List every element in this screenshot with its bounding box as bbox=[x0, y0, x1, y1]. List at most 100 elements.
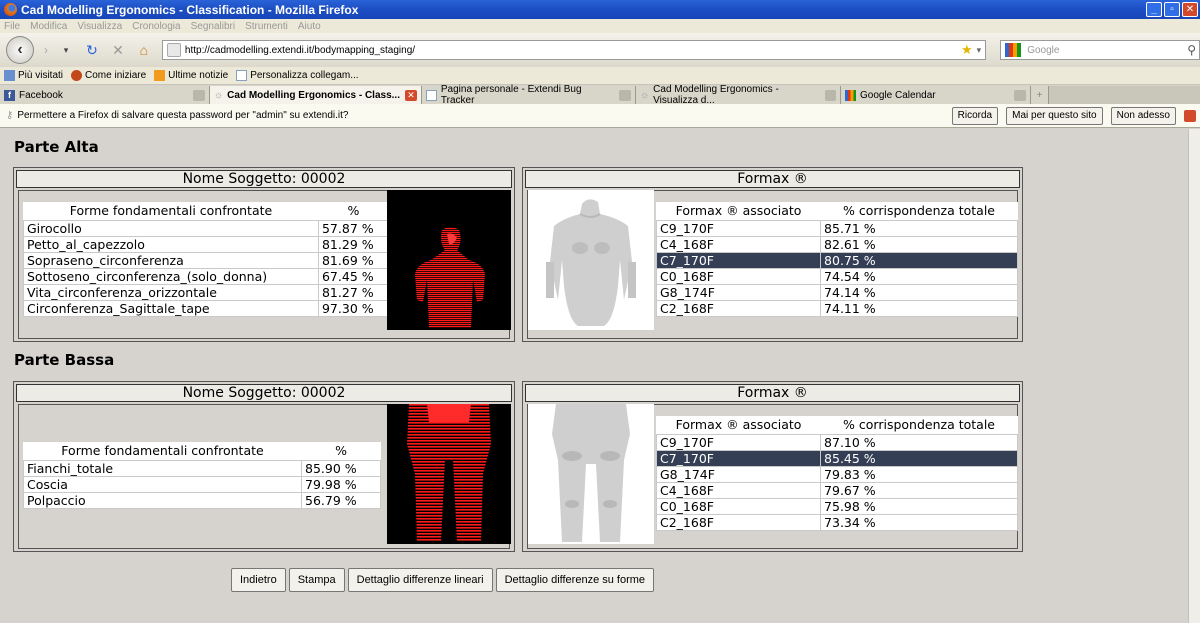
bookmark-star-icon[interactable]: ★ bbox=[961, 42, 977, 58]
site-identity-icon[interactable] bbox=[166, 43, 181, 57]
close-notification-icon[interactable] bbox=[1184, 109, 1196, 122]
print-button[interactable]: Stampa bbox=[288, 568, 345, 592]
google-engine-icon[interactable] bbox=[1005, 43, 1022, 57]
menu-segnalibri[interactable]: Segnalibri bbox=[191, 21, 235, 32]
vertical-scrollbar[interactable] bbox=[1188, 129, 1200, 623]
formax-table-lower: Formax ® associato % corrispondenza tota… bbox=[655, 416, 1018, 531]
google-icon bbox=[845, 89, 856, 101]
table-row[interactable]: C0_168F 75.98 % bbox=[655, 497, 1018, 515]
col-header-pct: % bbox=[301, 442, 381, 460]
table-row[interactable]: C2_168F 73.34 % bbox=[655, 513, 1018, 531]
history-dropdown-icon[interactable]: ▾ bbox=[56, 40, 76, 60]
rss-icon bbox=[154, 70, 166, 81]
formax-pct: 79.83 % bbox=[820, 465, 1018, 483]
table-row: Petto_al_capezzolo 81.29 % bbox=[23, 235, 390, 253]
minimize-button[interactable]: _ bbox=[1146, 2, 1162, 17]
bookmark-ultime-notizie[interactable]: Ultime notizie bbox=[154, 70, 228, 81]
formax-code: C4_168F bbox=[655, 235, 822, 253]
page-icon bbox=[236, 70, 248, 81]
tab-label: Facebook bbox=[19, 89, 63, 101]
formax-code: C7_170F bbox=[655, 449, 822, 467]
col-header-measures: Forme fondamentali confrontate bbox=[23, 202, 319, 220]
measure-pct: 67.45 % bbox=[317, 267, 390, 285]
table-row[interactable]: C9_170F 85.71 % bbox=[655, 219, 1018, 237]
col-header-formax: Formax ® associato bbox=[656, 202, 821, 220]
table-row[interactable]: C4_168F 79.67 % bbox=[655, 481, 1018, 499]
mannequin-lower-image bbox=[528, 404, 654, 544]
measure-pct: 81.27 % bbox=[317, 283, 390, 301]
formax-code: C0_168F bbox=[655, 497, 822, 515]
never-for-site-button[interactable]: Mai per questo sito bbox=[1006, 106, 1103, 125]
shape-diff-button[interactable]: Dettaglio differenze su forme bbox=[495, 568, 655, 592]
formax-code: C9_170F bbox=[655, 433, 822, 451]
bookmark-come-iniziare[interactable]: Come iniziare bbox=[71, 70, 146, 81]
measure-name: Polpaccio bbox=[22, 491, 303, 509]
not-now-button[interactable]: Non adesso bbox=[1110, 106, 1176, 125]
tab-close-icon[interactable] bbox=[825, 89, 836, 101]
close-window-button[interactable]: ✕ bbox=[1182, 2, 1198, 17]
table-row[interactable]: C2_168F 74.11 % bbox=[655, 299, 1018, 317]
menu-strumenti[interactable]: Strumenti bbox=[245, 21, 288, 32]
menu-cronologia[interactable]: Cronologia bbox=[132, 21, 180, 32]
table-row-selected[interactable]: C7_170F 80.75 % bbox=[655, 251, 1018, 269]
stop-icon[interactable]: ✕ bbox=[108, 40, 128, 60]
menu-modifica[interactable]: Modifica bbox=[30, 21, 67, 32]
back-button[interactable]: Indietro bbox=[231, 568, 286, 592]
search-icon[interactable]: ⚲ bbox=[1187, 43, 1199, 57]
table-row[interactable]: G8_174F 79.83 % bbox=[655, 465, 1018, 483]
formax-pct: 80.75 % bbox=[820, 251, 1018, 269]
table-row[interactable]: C9_170F 87.10 % bbox=[655, 433, 1018, 451]
section-title-upper: Parte Alta bbox=[14, 138, 99, 156]
url-dropdown-icon[interactable]: ▾ bbox=[977, 45, 986, 56]
tab-close-icon[interactable] bbox=[619, 89, 631, 101]
formax-pct: 87.10 % bbox=[820, 433, 1018, 451]
maximize-button[interactable]: ▫ bbox=[1164, 2, 1180, 17]
tab-google-calendar[interactable]: Google Calendar bbox=[841, 86, 1031, 104]
tab-close-icon[interactable] bbox=[1014, 89, 1026, 101]
home-icon[interactable]: ⌂ bbox=[134, 40, 154, 60]
table-row[interactable]: G8_174F 74.14 % bbox=[655, 283, 1018, 301]
key-icon: ⚷ bbox=[6, 110, 14, 121]
formax-code: C9_170F bbox=[655, 219, 822, 237]
tab-facebook[interactable]: f Facebook bbox=[0, 86, 210, 104]
menu-visualizza[interactable]: Visualizza bbox=[77, 21, 122, 32]
tab-close-icon[interactable]: ✕ bbox=[405, 89, 417, 101]
menu-file[interactable]: File bbox=[4, 21, 20, 32]
measure-pct: 81.69 % bbox=[317, 251, 390, 269]
tab-cad-visualizza[interactable]: ☼ Cad Modelling Ergonomics - Visualizza … bbox=[636, 84, 841, 106]
bookmark-piu-visitati[interactable]: Più visitati bbox=[4, 70, 63, 81]
tab-label: Cad Modelling Ergonomics - Visualizza d.… bbox=[653, 84, 779, 106]
bookmark-personalizza[interactable]: Personalizza collegam... bbox=[236, 70, 359, 81]
forward-arrow-icon[interactable]: › bbox=[36, 40, 56, 60]
formax-pct: 74.54 % bbox=[820, 267, 1018, 285]
table-row[interactable]: C0_168F 74.54 % bbox=[655, 267, 1018, 285]
menu-aiuto[interactable]: Aiuto bbox=[298, 21, 321, 32]
body-scan-upper-image bbox=[387, 190, 511, 330]
measure-pct: 79.98 % bbox=[301, 475, 381, 493]
page-icon bbox=[426, 89, 437, 101]
measures-table-upper: Forme fondamentali confrontate % Girocol… bbox=[23, 202, 390, 317]
formax-code: G8_174F bbox=[655, 465, 822, 483]
reload-icon[interactable]: ↻ bbox=[82, 40, 102, 60]
table-row[interactable]: C4_168F 82.61 % bbox=[655, 235, 1018, 253]
search-bar[interactable]: Google ⚲ bbox=[1000, 40, 1200, 60]
menu-bar: File Modifica Visualizza Cronologia Segn… bbox=[0, 19, 1200, 33]
new-tab-button[interactable]: + bbox=[1031, 86, 1049, 104]
measure-name: Fianchi_totale bbox=[22, 459, 303, 477]
table-row: Fianchi_totale 85.90 % bbox=[22, 459, 381, 477]
bookmarks-toolbar: Più visitati Come iniziare Ultime notizi… bbox=[0, 67, 1200, 85]
table-row-selected[interactable]: C7_170F 85.45 % bbox=[655, 449, 1018, 467]
tab-bug-tracker[interactable]: Pagina personale - Extendi Bug Tracker bbox=[422, 84, 636, 106]
tab-cad-classification[interactable]: ☼ Cad Modelling Ergonomics - Class... ✕ bbox=[210, 86, 422, 104]
back-arrow-icon[interactable]: ‹ bbox=[6, 36, 34, 64]
remember-password-button[interactable]: Ricorda bbox=[951, 106, 999, 125]
formax-code: C2_168F bbox=[655, 299, 822, 317]
measure-name: Girocollo bbox=[23, 219, 319, 237]
linear-diff-button[interactable]: Dettaglio differenze lineari bbox=[347, 568, 493, 592]
tab-close-icon[interactable] bbox=[193, 89, 205, 101]
formax-header: Formax ® bbox=[525, 384, 1020, 402]
col-header-formax: Formax ® associato bbox=[656, 416, 821, 434]
formax-pct: 74.14 % bbox=[820, 283, 1018, 301]
section-title-lower: Parte Bassa bbox=[14, 351, 115, 369]
url-bar[interactable]: http://cadmodelling.extendi.it/bodymappi… bbox=[161, 40, 987, 60]
